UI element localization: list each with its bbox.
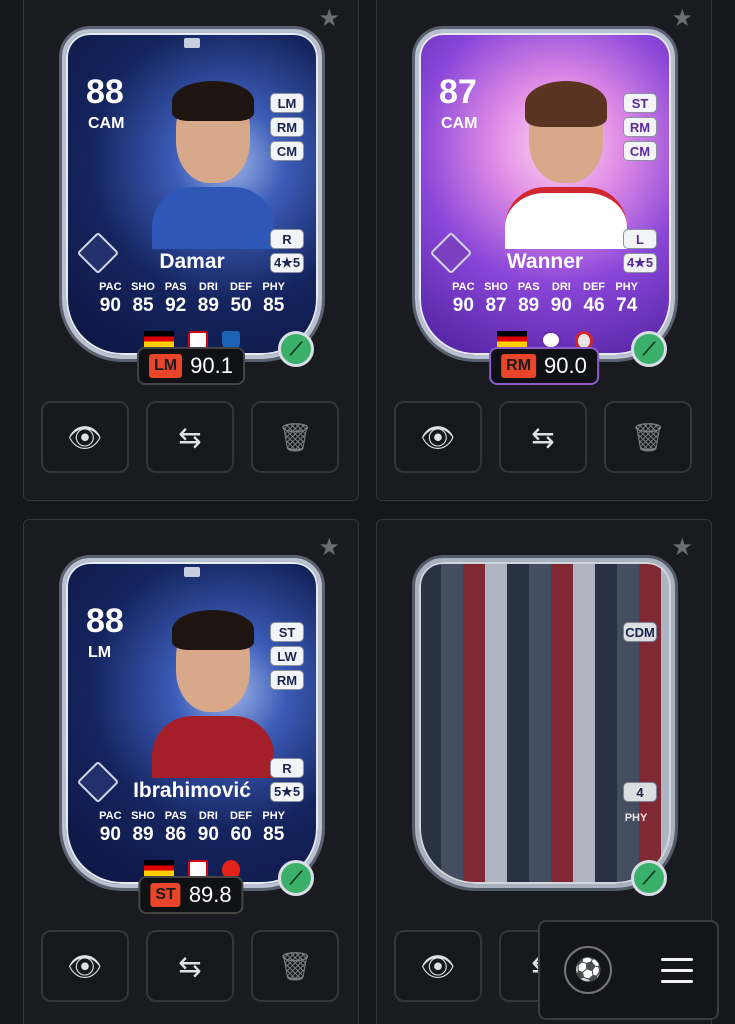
player-portrait: [152, 606, 274, 778]
alt-position-badge: CM: [623, 141, 657, 161]
preferred-foot-badge: R: [270, 229, 304, 249]
alt-position-badge: RM: [623, 117, 657, 137]
alt-position-badge: LM: [270, 93, 304, 113]
delete-button[interactable]: 🗑: [251, 930, 339, 1002]
position-rating-pill: LM 90.1: [137, 347, 245, 385]
eye-icon: 👁: [420, 421, 456, 453]
overall-rating: 88: [86, 73, 124, 111]
trash-icon: 🗑: [277, 421, 313, 453]
delete-button[interactable]: 🗑: [251, 401, 339, 473]
stat: PAS 89: [517, 281, 540, 316]
alt-position-badge: RM: [270, 670, 304, 690]
stat: PAC 90: [99, 810, 122, 845]
alt-position-badge: LW: [270, 646, 304, 666]
preferred-foot-badge: R: [270, 758, 304, 778]
player-name: Ibrahimović: [133, 779, 251, 802]
favorite-star-icon[interactable]: ★: [318, 7, 340, 31]
stat: PAC 90: [99, 281, 122, 316]
stat: DRI 89: [197, 281, 219, 316]
nation-flag-icon: [497, 331, 527, 347]
favorite-star-icon[interactable]: ★: [671, 7, 693, 31]
floating-nav: ⚽: [538, 920, 719, 1020]
stat: DRI 90: [550, 281, 572, 316]
hamburger-menu-icon[interactable]: [660, 957, 693, 983]
nation-flag-icon: [144, 860, 174, 876]
player-portrait: [505, 77, 627, 249]
player-card-pixelated[interactable]: CDM 4 PHY: [415, 558, 675, 888]
player-card[interactable]: 88 LM ST LW RM R 5★5 Ibrahimović PAC 90 S…: [62, 558, 322, 888]
player-name: Damar: [159, 250, 225, 273]
stat: PAS 92: [164, 281, 187, 316]
overall-rating: 88: [86, 602, 124, 640]
delete-button[interactable]: 🗑: [604, 401, 692, 473]
eye-icon: 👁: [420, 950, 456, 982]
player-name: Wanner: [506, 250, 584, 273]
position-rating-pill: ST 89.8: [138, 876, 244, 914]
eye-icon: 👁: [67, 421, 103, 453]
swap-button[interactable]: ⇆: [499, 401, 587, 473]
view-button[interactable]: 👁: [41, 401, 129, 473]
stat: DEF 60: [230, 810, 253, 845]
stat: PAC 90: [452, 281, 475, 316]
favorite-star-icon[interactable]: ★: [671, 536, 693, 560]
stats-row: PAC 90 SHO 87 PAS 89 DRI 90 DEF 46 PHY 74: [447, 281, 643, 317]
evolution-icon[interactable]: ⟋: [631, 331, 667, 367]
alt-position-badge: CDM: [623, 622, 657, 642]
team-crest-icon[interactable]: ⚽: [564, 946, 613, 994]
nation-flag-icon: [144, 331, 174, 347]
stat: PHY 74: [615, 281, 638, 316]
swap-icon: ⇆: [178, 421, 202, 453]
stat: PAS 86: [164, 810, 187, 845]
stat: DRI 90: [197, 810, 219, 845]
stat: SHO 85: [131, 281, 155, 316]
card-tag-icon: [184, 567, 200, 577]
position-rating-pill: RM 90.0: [489, 347, 599, 385]
alt-position-badge: CM: [270, 141, 304, 161]
player-portrait: [152, 77, 274, 249]
player-panel-wanner: ★ 87 CAM ST RM CM L 4★5 Wanner PAC 90 SHO…: [376, 0, 712, 501]
trash-icon: 🗑: [277, 950, 313, 982]
stat: SHO 89: [131, 810, 155, 845]
main-position: CAM: [88, 115, 125, 132]
main-position: LM: [88, 644, 112, 661]
alt-position-badge: RM: [270, 117, 304, 137]
card-tag-icon: [184, 38, 200, 48]
view-button[interactable]: 👁: [41, 930, 129, 1002]
player-card[interactable]: 87 CAM ST RM CM L 4★5 Wanner PAC 90 SHO 87…: [415, 29, 675, 359]
player-card[interactable]: 88 CAM LM RM CM R 4★5 Damar PAC 90 SHO 85 …: [62, 29, 322, 359]
main-position: CAM: [441, 115, 478, 132]
evolution-icon[interactable]: ⟋: [631, 860, 667, 896]
swap-icon: ⇆: [531, 421, 555, 453]
player-panel-ibrahimovic: ★ 88 LM ST LW RM R 5★5 Ibrahimović PAC 90…: [23, 519, 359, 1024]
preferred-foot-badge: L: [623, 229, 657, 249]
favorite-star-icon[interactable]: ★: [318, 536, 340, 560]
stats-row: PAC 90 SHO 89 PAS 86 DRI 90 DEF 60 PHY 85: [94, 810, 290, 846]
eye-icon: 👁: [67, 950, 103, 982]
evolution-icon[interactable]: ⟋: [278, 860, 314, 896]
stat: PHY 85: [262, 281, 285, 316]
view-button[interactable]: 👁: [394, 401, 482, 473]
stat: SHO 87: [484, 281, 508, 316]
alt-position-badge: ST: [270, 622, 304, 642]
stats-row: PAC 90 SHO 85 PAS 92 DRI 89 DEF 50 PHY 85: [94, 281, 290, 317]
alt-position-badge: ST: [623, 93, 657, 113]
stat: DEF 50: [230, 281, 253, 316]
player-panel-damar: ★ 88 CAM LM RM CM R 4★5 Damar PAC 90 SHO 8…: [23, 0, 359, 501]
swap-button[interactable]: ⇆: [146, 930, 234, 1002]
stat: DEF 46: [583, 281, 606, 316]
skill-moves-badge: 4: [623, 782, 657, 802]
evolution-icon[interactable]: ⟋: [278, 331, 314, 367]
view-button[interactable]: 👁: [394, 930, 482, 1002]
stat: PHY: [624, 812, 648, 824]
trash-icon: 🗑: [630, 421, 666, 453]
overall-rating: 87: [439, 73, 477, 111]
swap-icon: ⇆: [178, 950, 202, 982]
swap-button[interactable]: ⇆: [146, 401, 234, 473]
stat: PHY 85: [262, 810, 285, 845]
